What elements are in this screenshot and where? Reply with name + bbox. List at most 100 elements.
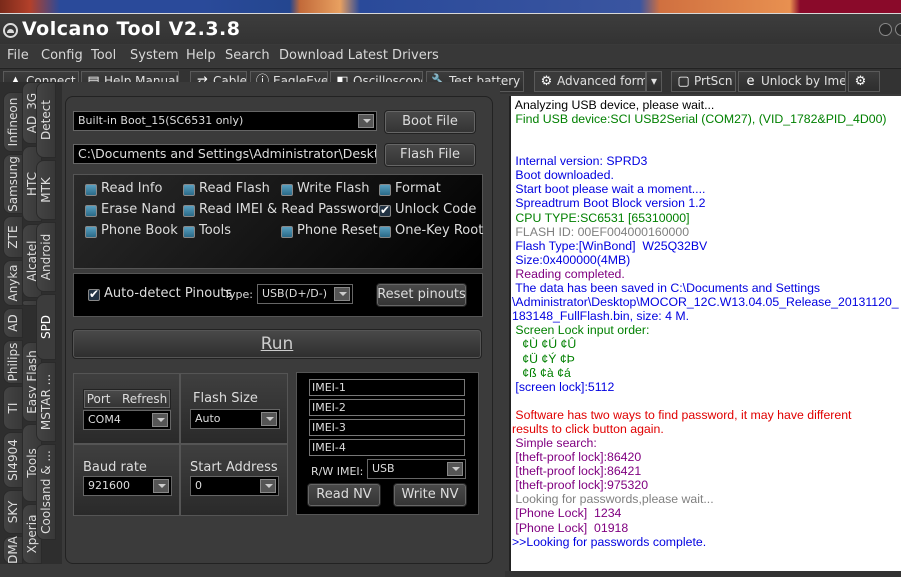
port-refresh-button[interactable]: Port Refresh (83, 389, 171, 409)
option-read-info[interactable]: Read Info (85, 181, 162, 196)
tab-mtk[interactable]: MTK (36, 160, 56, 220)
read-nv-button[interactable]: Read NV (307, 483, 381, 507)
baud-rate-select[interactable]: 921600 (83, 476, 172, 496)
tab-coolsand[interactable]: Coolsand & ... (36, 444, 56, 540)
boot-select[interactable]: Built-in Boot_15(SC6531 only) (73, 111, 377, 131)
imei-group: IMEI-1 IMEI-2 IMEI-3 IMEI-4 R/W IMEI: US… (296, 372, 479, 515)
tab-zte[interactable]: ZTE (3, 216, 23, 258)
imei-2-input[interactable]: IMEI-2 (309, 399, 465, 416)
output-log[interactable]: Analyzing USB device, please wait... Fin… (509, 96, 901, 572)
menu-tool[interactable]: Tool (91, 48, 116, 63)
flash-size-select[interactable]: Auto (190, 409, 280, 429)
auto-detect-pinouts-checkbox[interactable]: Auto-detect Pinouts (88, 286, 232, 301)
desktop-background (0, 0, 901, 14)
prtscn-button[interactable]: ▢ PrtScn (671, 71, 736, 92)
start-address-cell: Start Address 0 (180, 444, 288, 516)
boot-file-button[interactable]: Boot File (384, 110, 476, 134)
log-line: CPU TYPE:SC6531 [65310000] (512, 210, 690, 225)
menu-config[interactable]: Config (41, 48, 83, 63)
flash-file-button[interactable]: Flash File (384, 143, 476, 167)
log-line: Spreadtrum Boot Block version 1.2 (512, 196, 706, 211)
imei-1-input[interactable]: IMEI-1 (309, 379, 465, 396)
option-read-flash[interactable]: Read Flash (183, 181, 270, 196)
tab-infineon[interactable]: Infineon (3, 92, 23, 152)
checkbox[interactable] (379, 226, 391, 238)
chevron-down-icon[interactable] (358, 114, 374, 128)
menu-file[interactable]: File (7, 48, 29, 63)
option-unlock-code[interactable]: Unlock Code (379, 202, 476, 217)
tab-mstar[interactable]: MSTAR ... (36, 362, 56, 442)
checkbox-checked[interactable] (379, 203, 391, 217)
advanced-form-dropdown[interactable]: ▾ (646, 71, 662, 92)
imei-4-input[interactable]: IMEI-4 (309, 439, 465, 456)
option-format[interactable]: Format (379, 181, 441, 196)
checkbox[interactable] (183, 184, 195, 196)
tab-anyka[interactable]: Anyka (3, 260, 23, 306)
chevron-down-icon[interactable] (334, 287, 350, 301)
reset-pinouts-button[interactable]: Reset pinouts (376, 283, 467, 307)
menu-search[interactable]: Search (225, 48, 270, 63)
checkbox[interactable] (85, 226, 97, 238)
chevron-down-icon[interactable] (152, 413, 168, 427)
unlock-by-imei-button[interactable]: e Unlock by Imei (738, 71, 846, 92)
tab-dma[interactable]: DMA (3, 536, 23, 564)
option-one-key-root[interactable]: One-Key Root (379, 223, 483, 238)
option-phone-reset[interactable]: Phone Reset (281, 223, 378, 238)
log-line: results to click button again. (512, 421, 664, 436)
checkbox-checked[interactable] (88, 287, 100, 301)
checkbox[interactable] (85, 205, 97, 217)
checkbox[interactable] (183, 226, 195, 238)
option-write-flash[interactable]: Write Flash (281, 181, 370, 196)
tab-ad[interactable]: AD (3, 308, 23, 338)
pinouts-group: Auto-detect Pinouts Type: USB(D+/D-) Res… (73, 273, 483, 317)
menu-system[interactable]: System (130, 48, 178, 63)
checkbox[interactable] (281, 184, 293, 196)
tab-android[interactable]: Android (36, 222, 56, 292)
title-bar[interactable]: Volcano Tool V2.3.8 (0, 14, 901, 44)
option-phone-book[interactable]: Phone Book (85, 223, 178, 238)
checkbox[interactable] (281, 226, 293, 238)
tab-philips[interactable]: Philips (3, 340, 23, 384)
log-line: Internal version: SPRD3 (512, 154, 648, 169)
pinout-type-select[interactable]: USB(D+/D-) (257, 284, 353, 304)
rw-imei-select[interactable]: USB (367, 459, 466, 479)
option-tools[interactable]: Tools (183, 223, 231, 238)
log-line: The data has been saved in C:\Documents … (512, 281, 821, 296)
option-read-imei-password[interactable]: Read IMEI & Read Password (183, 202, 379, 217)
start-address-select[interactable]: 0 (190, 476, 279, 496)
menu-download-drivers[interactable]: Download Latest Drivers (279, 48, 439, 63)
start-address-label: Start Address (190, 460, 278, 475)
write-nv-button[interactable]: Write NV (393, 483, 467, 507)
checkbox[interactable] (85, 184, 97, 196)
menu-help[interactable]: Help (186, 48, 216, 63)
close-button[interactable] (895, 23, 901, 36)
log-line: [Phone Lock] 01918 (512, 520, 629, 535)
checkbox[interactable] (379, 184, 391, 196)
imei-3-input[interactable]: IMEI-3 (309, 419, 465, 436)
tab-spd[interactable]: SPD (36, 294, 56, 360)
flash-file-path-input[interactable]: C:\Documents and Settings\Administrator\… (73, 144, 377, 164)
tab-detect[interactable]: Detect (36, 82, 56, 158)
chevron-down-icon[interactable] (261, 412, 277, 426)
run-button[interactable]: Run (72, 329, 482, 359)
chevron-down-icon[interactable] (260, 479, 276, 493)
chevron-down-icon[interactable] (153, 479, 169, 493)
log-line: [screen lock]:5112 (512, 379, 615, 394)
advanced-form-button[interactable]: ⚙ Advanced form (534, 71, 646, 92)
option-erase-nand[interactable]: Erase Nand (85, 202, 176, 217)
chevron-down-icon[interactable] (447, 462, 463, 476)
port-select[interactable]: COM4 (83, 410, 171, 430)
window-title: Volcano Tool V2.3.8 (22, 18, 241, 40)
tab-si4904[interactable]: SI4904 (3, 432, 23, 488)
tab-samsung[interactable]: Samsung (3, 154, 23, 214)
screenshot-icon: ▢ (677, 74, 690, 89)
tab-ti[interactable]: TI (3, 386, 23, 430)
settings-button[interactable]: ⚙ (848, 71, 880, 92)
volcano-logo-icon (3, 23, 18, 38)
minimize-button[interactable] (879, 23, 892, 36)
checkbox[interactable] (183, 205, 195, 217)
log-line: Software has two ways to find password, … (512, 407, 852, 422)
tab-sky[interactable]: SKY (3, 490, 23, 534)
